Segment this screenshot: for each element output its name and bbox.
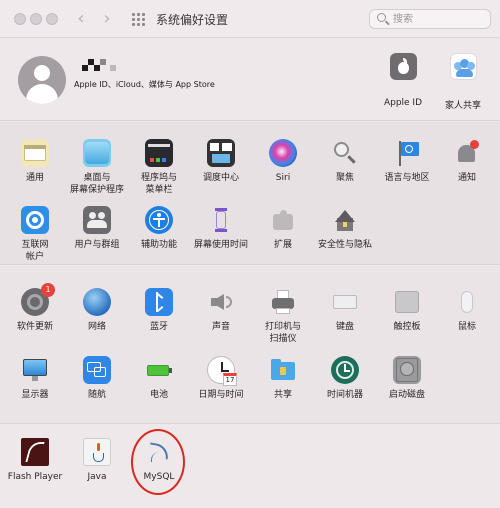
pref-dock[interactable]: 程序坞与 菜单栏 (127, 139, 191, 199)
pref-sidecar[interactable]: 随航 (65, 356, 129, 416)
pref-displays[interactable]: 显示器 (3, 356, 67, 416)
pref-battery[interactable]: 电池 (127, 356, 191, 416)
family-sharing-label: 家人共享 (444, 101, 481, 111)
pref-keyboard[interactable]: 键盘 (313, 288, 377, 348)
spotlight-magnifier-icon (331, 139, 359, 167)
pref-label: 通知 (457, 173, 476, 183)
security-house-icon (331, 206, 359, 234)
search-field[interactable] (369, 9, 491, 29)
close-window-button[interactable] (14, 13, 26, 25)
printer-icon (269, 288, 297, 316)
pref-language[interactable]: 语言与地区 (375, 139, 439, 199)
clock-calendar-icon: 17 (207, 356, 237, 386)
bluetooth-icon (145, 288, 173, 316)
pref-mission[interactable]: 调度中心 (189, 139, 253, 199)
pref-label: 鼠标 (457, 322, 476, 332)
redacted-user-name (80, 59, 128, 75)
search-input[interactable] (393, 11, 485, 27)
user-avatar[interactable] (18, 56, 66, 104)
accessibility-icon (145, 206, 173, 234)
pref-screentime[interactable]: 屏幕使用时间 (189, 206, 253, 266)
pref-users[interactable]: 用户与群组 (65, 206, 129, 266)
personal-prefs-section: 通用 桌面与 屏幕保护程序 程序坞与 菜单栏 调度中心 Siri 聚焦 语言与地区通知互联网… (0, 122, 500, 265)
title-bar: ‹ › 系统偏好设置 (0, 0, 500, 38)
keyboard-icon (331, 288, 359, 316)
pref-flash[interactable]: Flash Player (3, 438, 67, 498)
general-window-icon (21, 139, 49, 167)
pref-extensions[interactable]: 扩展 (251, 206, 315, 266)
pref-spotlight[interactable]: 聚焦 (313, 139, 377, 199)
siri-icon (269, 139, 297, 167)
mysql-highlight-circle (131, 429, 185, 495)
sharing-folder-icon (269, 356, 297, 384)
pref-notifications[interactable]: 通知 (435, 139, 499, 199)
pref-label: 启动磁盘 (388, 390, 425, 400)
pref-timemachine[interactable]: 时间机器 (313, 356, 377, 416)
pref-general[interactable]: 通用 (3, 139, 67, 199)
trackpad-icon (393, 288, 421, 316)
family-sharing-item[interactable]: 家人共享 (433, 51, 493, 111)
show-all-grid-icon[interactable] (132, 13, 145, 26)
apple-logo-icon (390, 53, 417, 80)
hardware-prefs-section: 1 软件更新 网络 蓝牙 声音 打印机与 扫描仪 键盘 触控板鼠标显示器 随航 电池 17 日期与时间… (0, 266, 500, 424)
users-groups-icon (83, 206, 111, 234)
family-sharing-icon (450, 53, 477, 80)
pref-sharing[interactable]: 共享 (251, 356, 315, 416)
account-subtitle: Apple ID、iCloud、媒体与 App Store (74, 80, 215, 89)
back-button[interactable]: ‹ (72, 9, 90, 29)
flash-player-icon (21, 438, 49, 466)
language-flag-icon (393, 139, 421, 167)
startup-disk-icon (393, 356, 421, 384)
window-title: 系统偏好设置 (156, 13, 229, 27)
apple-id-item[interactable]: Apple ID (373, 51, 433, 111)
dock-menubar-icon (145, 139, 173, 167)
pref-java[interactable]: Java (65, 438, 129, 498)
pref-datetime[interactable]: 17 日期与时间 (189, 356, 253, 416)
calendar-day-label: 17 (223, 373, 237, 386)
pref-mouse[interactable]: 鼠标 (435, 288, 499, 348)
time-machine-icon (331, 356, 359, 384)
pref-accessibility[interactable]: 辅助功能 (127, 206, 191, 266)
mission-control-icon (207, 139, 235, 167)
account-section: Apple ID、iCloud、媒体与 App Store Apple ID 家… (0, 39, 500, 121)
battery-icon (145, 356, 173, 384)
desktop-screensaver-icon (83, 139, 111, 167)
pref-network[interactable]: 网络 (65, 288, 129, 348)
search-icon (377, 13, 386, 22)
system-preferences-window: ‹ › 系统偏好设置 Apple ID、iCloud、媒体与 App Store… (0, 0, 500, 508)
display-monitor-icon (21, 356, 49, 384)
apple-id-label: Apple ID (383, 98, 423, 108)
pref-sound[interactable]: 声音 (189, 288, 253, 348)
pref-softwareupdate[interactable]: 1 软件更新 (3, 283, 67, 348)
zoom-window-button[interactable] (46, 13, 58, 25)
pref-bluetooth[interactable]: 蓝牙 (127, 288, 191, 348)
sidecar-icon (83, 356, 111, 384)
mouse-icon (453, 288, 481, 316)
forward-button[interactable]: › (98, 9, 116, 29)
pref-internet[interactable]: 互联网 帐户 (3, 206, 67, 266)
pref-siri[interactable]: Siri (251, 139, 315, 199)
network-globe-icon (83, 288, 111, 316)
third-party-prefs-section: Flash Player Java MySQL (0, 425, 500, 508)
pref-security[interactable]: 安全性与隐私 (313, 206, 377, 266)
pref-startupdisk[interactable]: 启动磁盘 (375, 356, 439, 416)
extensions-puzzle-icon (269, 206, 297, 234)
sound-speaker-icon (207, 288, 235, 316)
notification-bell-icon (453, 139, 481, 167)
update-count-badge: 1 (41, 283, 55, 297)
internet-accounts-at-icon (21, 206, 49, 234)
pref-trackpad[interactable]: 触控板 (375, 288, 439, 348)
screen-time-hourglass-icon (207, 206, 235, 234)
pref-printers[interactable]: 打印机与 扫描仪 (251, 288, 315, 348)
minimize-window-button[interactable] (30, 13, 42, 25)
java-cup-icon (83, 438, 111, 466)
pref-desktop[interactable]: 桌面与 屏幕保护程序 (65, 139, 129, 199)
pref-label: 安全性与隐私 (317, 240, 372, 250)
